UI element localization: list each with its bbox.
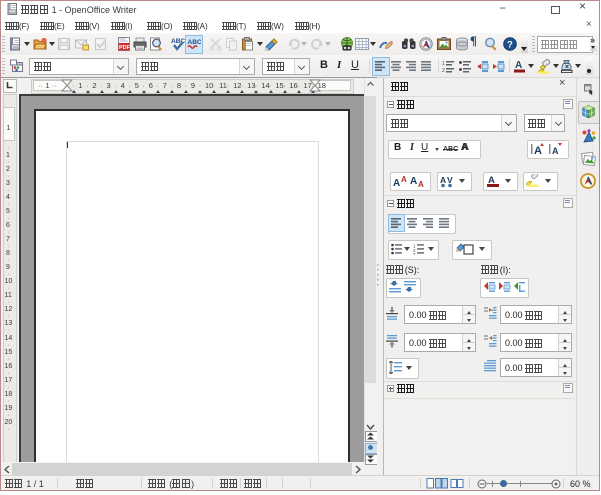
svg-text:1: 1 — [442, 61, 445, 67]
svg-text:PDF: PDF — [119, 45, 131, 51]
svg-text:?: ? — [507, 40, 513, 51]
svg-text:V: V — [447, 175, 453, 185]
svg-text:A: A — [401, 175, 407, 184]
svg-text:2: 2 — [442, 68, 445, 73]
svg-text:A: A — [515, 60, 522, 71]
svg-text:A: A — [410, 176, 417, 187]
svg-text:ABC: ABC — [188, 39, 202, 46]
svg-text:A: A — [534, 145, 542, 156]
svg-text:A: A — [552, 146, 559, 156]
svg-text:A: A — [418, 180, 424, 188]
svg-text:A: A — [440, 175, 446, 185]
svg-text:A: A — [393, 178, 400, 188]
svg-text:3: 3 — [413, 252, 416, 255]
